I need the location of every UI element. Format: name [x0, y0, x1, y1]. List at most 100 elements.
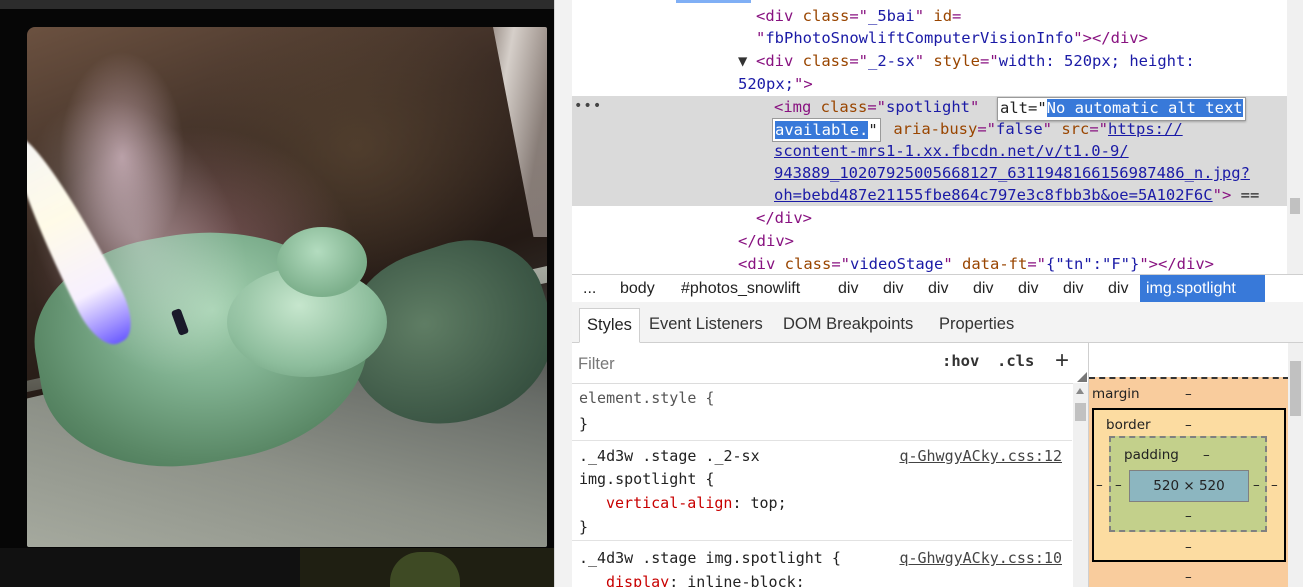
rule-divider — [572, 440, 1072, 441]
tab-properties[interactable]: Properties — [932, 308, 1021, 341]
margin-top-value[interactable]: – — [1185, 386, 1192, 402]
dom-line[interactable]: </div> — [756, 207, 812, 229]
style-rule[interactable]: element.style { } — [572, 385, 1072, 439]
dom-line[interactable]: oh=bebd487e21155fbe864c797e3c8fbb3b&oe=5… — [774, 184, 1259, 206]
filter-input[interactable] — [578, 353, 878, 375]
dots-icon[interactable]: ••• — [574, 98, 602, 114]
dom-token: <div — [738, 255, 785, 273]
breadcrumb-item[interactable]: div — [1012, 275, 1044, 302]
rule-declaration[interactable]: vertical-align: top; — [606, 491, 787, 515]
breadcrumb-item-selected[interactable]: img.spotlight — [1140, 275, 1265, 302]
alt-attr-value-cont[interactable]: available. — [775, 121, 869, 139]
dom-token: id — [933, 7, 953, 25]
dom-token: oh=bebd487e21155fbe864c797e3c8fbb3b&oe=5… — [774, 186, 1213, 204]
dom-token: data-ft — [962, 255, 1028, 273]
tab-styles[interactable]: Styles — [579, 308, 640, 343]
style-rule[interactable]: ._4d3w .stage img.spotlight { q-GhwgyACk… — [572, 545, 1072, 587]
rule-source-link[interactable]: q-GhwgyACky.css:12 — [899, 444, 1062, 468]
dom-line[interactable]: <img class="spotlight" — [774, 96, 979, 118]
dom-token: =" — [867, 98, 887, 116]
border-bottom-value[interactable]: – — [1185, 539, 1192, 555]
dom-token: class — [784, 255, 832, 273]
elements-scrollbar[interactable] — [1287, 0, 1303, 274]
dom-line[interactable]: </div> — [738, 230, 794, 252]
spotlight-photo[interactable] — [27, 27, 547, 547]
property-name[interactable]: display — [606, 573, 669, 587]
rule-selector: ._4d3w .stage ._2-sx — [579, 447, 760, 465]
alt-attr-name: alt=" — [1000, 99, 1047, 117]
dom-line[interactable]: scontent-mrs1-1.xx.fbcdn.net/v/t1.0-9/ — [774, 140, 1129, 162]
dom-line[interactable]: 520px;"> — [738, 73, 813, 95]
border-top-value[interactable]: – — [1185, 417, 1192, 433]
dom-token: 943889_10207925005668127_631194816615698… — [774, 164, 1250, 182]
breadcrumb-item[interactable]: body — [614, 275, 661, 302]
expand-triangle-icon[interactable]: ▼ — [738, 50, 747, 72]
alt-attribute-editor-line2[interactable]: available." — [772, 118, 881, 142]
breadcrumb-item[interactable]: #photos_snowlift — [675, 275, 806, 302]
scrollbar-thumb[interactable] — [1075, 403, 1086, 421]
box-model-content[interactable]: 520 × 520 — [1129, 470, 1249, 502]
dom-line[interactable]: <div class="_5bai" id= — [756, 5, 961, 27]
box-model-scrollbar[interactable] — [1288, 343, 1303, 587]
photo-candle-lobe-top — [277, 227, 367, 297]
rule-declaration[interactable]: display: inline-block; — [606, 570, 805, 587]
dom-token: <div — [756, 7, 803, 25]
hov-toggle-button[interactable]: :hov — [942, 352, 979, 370]
rule-selector: ._4d3w .stage img.spotlight { — [579, 549, 841, 567]
breadcrumb-item[interactable]: div — [967, 275, 999, 302]
box-model-pane: margin – border – padding – 520 × 520 – … — [1088, 343, 1289, 587]
breadcrumb-item[interactable]: ... — [577, 275, 602, 302]
tab-dom-breakpoints[interactable]: DOM Breakpoints — [776, 308, 920, 341]
panel-divider[interactable] — [554, 0, 573, 587]
scroll-up-arrow-icon[interactable] — [1076, 388, 1084, 394]
border-left-value[interactable]: – — [1096, 477, 1103, 493]
scrollbar-thumb[interactable] — [1290, 198, 1300, 214]
property-value[interactable]: inline-block; — [687, 573, 804, 587]
alt-attr-value[interactable]: No automatic alt text — [1046, 99, 1243, 117]
styles-pane: :hov .cls + element.style { } ._4d3w .st… — [572, 343, 1088, 587]
breadcrumb-item[interactable]: div — [922, 275, 954, 302]
property-value[interactable]: top; — [751, 494, 787, 512]
rule-source-link[interactable]: q-GhwgyACky.css:10 — [899, 546, 1062, 570]
dom-token: "> — [1212, 186, 1232, 204]
breadcrumb-item[interactable]: div — [832, 275, 864, 302]
photo-viewer — [0, 0, 554, 587]
dom-token: " — [1042, 120, 1062, 138]
padding-left-value[interactable]: – — [1115, 477, 1122, 493]
dom-token: 520px; — [738, 75, 794, 93]
plus-icon[interactable]: + — [1055, 347, 1069, 375]
scrollbar-thumb[interactable] — [1290, 361, 1301, 416]
dom-token: scontent-mrs1-1.xx.fbcdn.net/v/t1.0-9/ — [774, 142, 1129, 160]
elements-tree[interactable]: ••• <div class="_5bai" id= "fbPhotoSnowl… — [572, 0, 1287, 274]
dom-line[interactable]: aria-busy="false" src="https:// — [884, 118, 1182, 140]
dom-line[interactable]: <div class="videoStage" data-ft="{"tn":"… — [738, 253, 1214, 274]
breadcrumb-item[interactable]: div — [877, 275, 909, 302]
padding-bottom-value[interactable]: – — [1185, 508, 1192, 524]
dom-line[interactable]: "fbPhotoSnowliftComputerVisionInfo"></di… — [756, 27, 1148, 49]
viewer-top-bar — [0, 0, 554, 9]
style-rule[interactable]: ._4d3w .stage ._2-sx q-GhwgyACky.css:12 … — [572, 443, 1072, 539]
padding-right-value[interactable]: – — [1253, 477, 1260, 493]
dom-token: class — [802, 7, 850, 25]
content-size: 520 × 520 — [1153, 478, 1225, 494]
dom-line[interactable]: 943889_10207925005668127_631194816615698… — [774, 162, 1250, 184]
tab-event-listeners[interactable]: Event Listeners — [642, 308, 770, 341]
breadcrumb-item[interactable]: div — [1057, 275, 1089, 302]
property-name[interactable]: vertical-align — [606, 494, 732, 512]
alt-close-quote: " — [868, 121, 878, 139]
dom-token: class — [802, 52, 850, 70]
padding-top-value[interactable]: – — [1203, 447, 1210, 463]
dom-token: "> — [794, 75, 813, 93]
dom-token: " — [756, 29, 766, 47]
cls-toggle-button[interactable]: .cls — [997, 352, 1034, 370]
breadcrumb-item[interactable]: div — [1102, 275, 1134, 302]
dom-line[interactable]: <div class="_2-sx" style="width: 520px; … — [756, 50, 1195, 72]
dom-token: =" — [849, 52, 869, 70]
dom-token: " — [943, 255, 963, 273]
dom-token: "></div> — [1073, 29, 1148, 47]
dom-token: <div — [756, 52, 803, 70]
border-right-value[interactable]: – — [1271, 477, 1278, 493]
dom-token: </div> — [756, 209, 812, 227]
styles-scrollbar[interactable] — [1073, 383, 1088, 587]
margin-bottom-value[interactable]: – — [1185, 569, 1192, 585]
